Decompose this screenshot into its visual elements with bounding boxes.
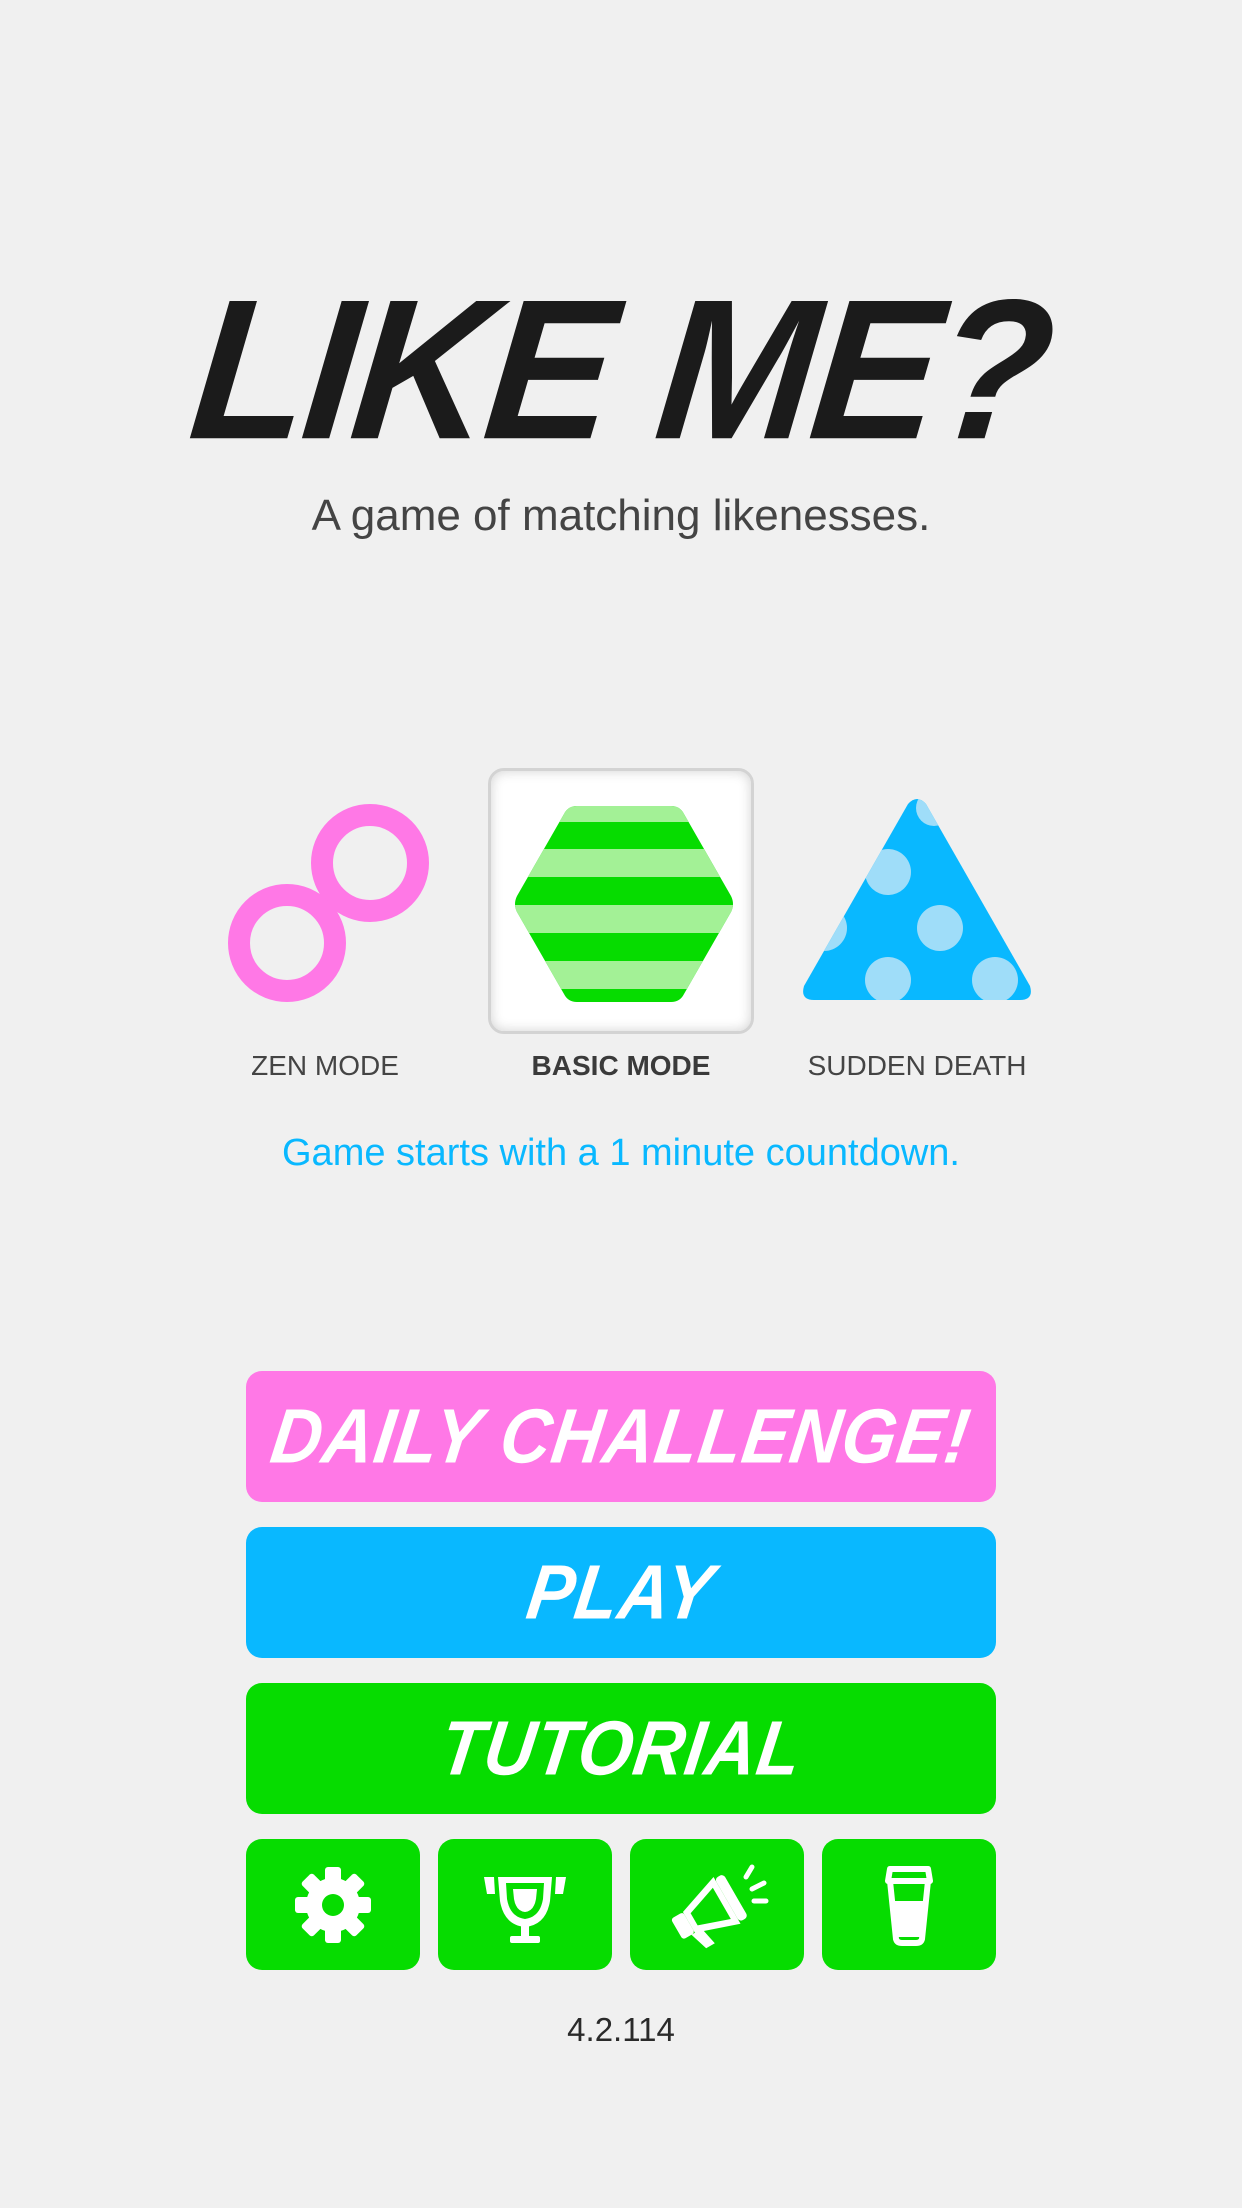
app-subtitle: A game of matching likenesses. — [311, 491, 931, 540]
share-button[interactable] — [630, 1839, 804, 1970]
leaderboard-button[interactable] — [438, 1839, 612, 1970]
settings-button[interactable] — [246, 1839, 420, 1970]
mode-label-sudden-death[interactable]: SUDDEN DEATH — [757, 1048, 1077, 1084]
version-label: 4.2.114 — [567, 2011, 675, 2048]
mode-zen[interactable] — [192, 768, 458, 1034]
cup-icon — [885, 1866, 933, 1946]
tutorial-button[interactable]: TUTORIAL — [246, 1683, 996, 1814]
daily-challenge-label: DAILY CHALLENGE! — [266, 1393, 977, 1479]
play-button[interactable]: PLAY — [246, 1527, 996, 1658]
mode-sudden-death[interactable] — [784, 768, 1050, 1034]
dotted-triangle-icon — [803, 799, 1031, 1000]
mode-basic[interactable] — [488, 768, 754, 1034]
gear-icon — [295, 1867, 371, 1943]
trophy-icon — [484, 1877, 566, 1943]
play-label: PLAY — [522, 1549, 720, 1635]
striped-hexagon-icon — [515, 806, 733, 1002]
store-button[interactable] — [822, 1839, 996, 1970]
mode-description: Game starts with a 1 minute countdown. — [282, 1132, 960, 1174]
mode-label-basic[interactable]: BASIC MODE — [461, 1048, 781, 1084]
infinity-icon — [228, 804, 429, 1002]
tutorial-label: TUTORIAL — [434, 1705, 808, 1791]
megaphone-icon — [671, 1864, 769, 1949]
mode-label-zen[interactable]: ZEN MODE — [165, 1048, 485, 1084]
app-title: LIKE ME? — [181, 258, 1061, 482]
daily-challenge-button[interactable]: DAILY CHALLENGE! — [246, 1371, 996, 1502]
